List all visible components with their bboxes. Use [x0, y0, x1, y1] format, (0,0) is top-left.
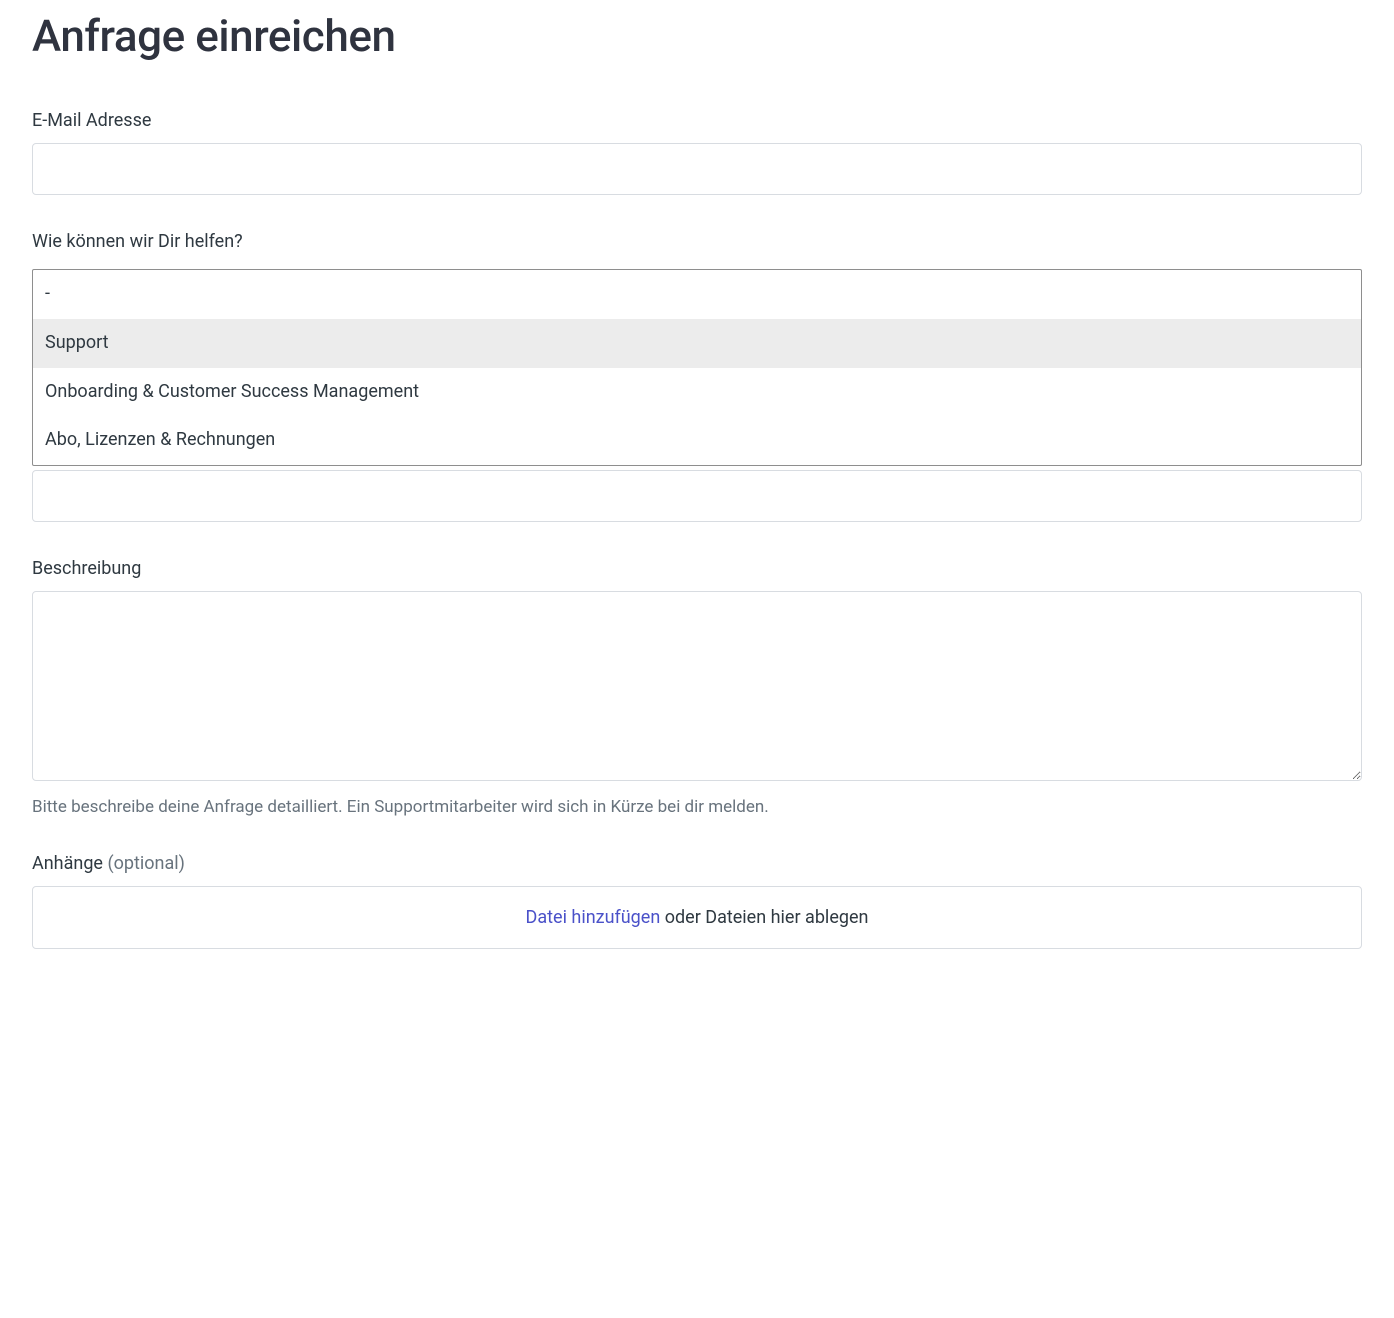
- attachments-label: Anhänge (optional): [32, 853, 1362, 874]
- email-input[interactable]: [32, 143, 1362, 195]
- secondary-input[interactable]: [32, 470, 1362, 522]
- field-attachments: Anhänge (optional) Datei hinzufügen oder…: [32, 853, 1362, 949]
- dropdown-option-billing[interactable]: Abo, Lizenzen & Rechnungen: [33, 416, 1361, 465]
- attachments-label-text: Anhänge: [32, 853, 103, 874]
- attachments-optional: (optional): [107, 853, 184, 874]
- field-email: E-Mail Adresse: [32, 110, 1362, 195]
- help-topic-dropdown[interactable]: - Support Onboarding & Customer Success …: [32, 269, 1362, 466]
- dropzone-rest-text: oder Dateien hier ablegen: [660, 907, 868, 928]
- dropdown-option-onboarding[interactable]: Onboarding & Customer Success Management: [33, 368, 1361, 417]
- attachments-dropzone[interactable]: Datei hinzufügen oder Dateien hier ableg…: [32, 886, 1362, 949]
- field-help-topic: Wie können wir Dir helfen? - Support Onb…: [32, 231, 1362, 522]
- email-label: E-Mail Adresse: [32, 110, 1362, 131]
- page-title: Anfrage einreichen: [32, 10, 1362, 62]
- description-textarea[interactable]: [32, 591, 1362, 781]
- field-description: Beschreibung Bitte beschreibe deine Anfr…: [32, 558, 1362, 817]
- description-label: Beschreibung: [32, 558, 1362, 579]
- add-file-link[interactable]: Datei hinzufügen: [526, 907, 661, 928]
- dropdown-option-placeholder[interactable]: -: [33, 270, 1361, 319]
- help-topic-label: Wie können wir Dir helfen?: [32, 231, 1362, 252]
- description-helper: Bitte beschreibe deine Anfrage detaillie…: [32, 797, 1362, 817]
- dropdown-option-support[interactable]: Support: [33, 319, 1361, 368]
